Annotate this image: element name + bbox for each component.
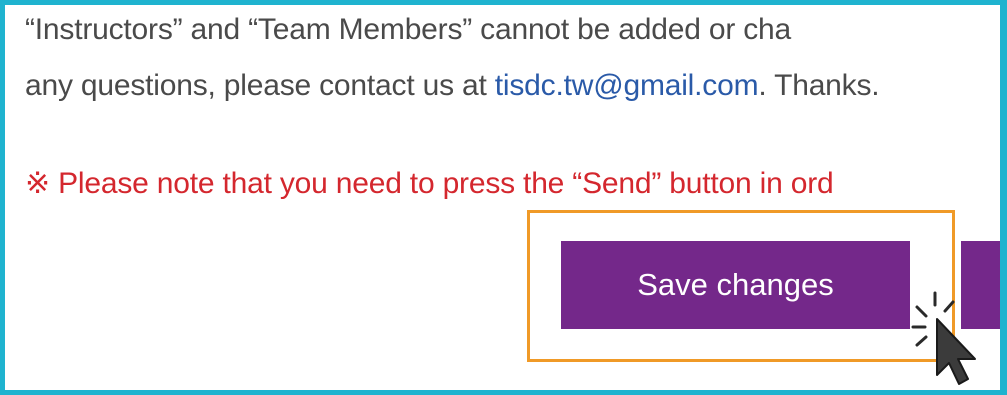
frame-right-edge	[1000, 0, 1007, 395]
send-warning: ※ Please note that you need to press the…	[25, 167, 834, 200]
screenshot-frame: “Instructors” and “Team Members” cannot …	[0, 0, 1007, 395]
contact-email-link[interactable]: tisdc.tw@gmail.com	[495, 69, 759, 102]
notice-line-roles: “Instructors” and “Team Members” cannot …	[25, 13, 792, 46]
contact-suffix: . Thanks.	[758, 69, 880, 102]
contact-prefix: any questions, please contact us at	[25, 69, 495, 102]
notice-line-contact: any questions, please contact us at tisd…	[25, 69, 880, 103]
save-changes-button[interactable]: Save changes	[561, 241, 910, 329]
mouse-pointer-click-icon	[911, 291, 976, 385]
arrow-pointer	[936, 318, 976, 385]
